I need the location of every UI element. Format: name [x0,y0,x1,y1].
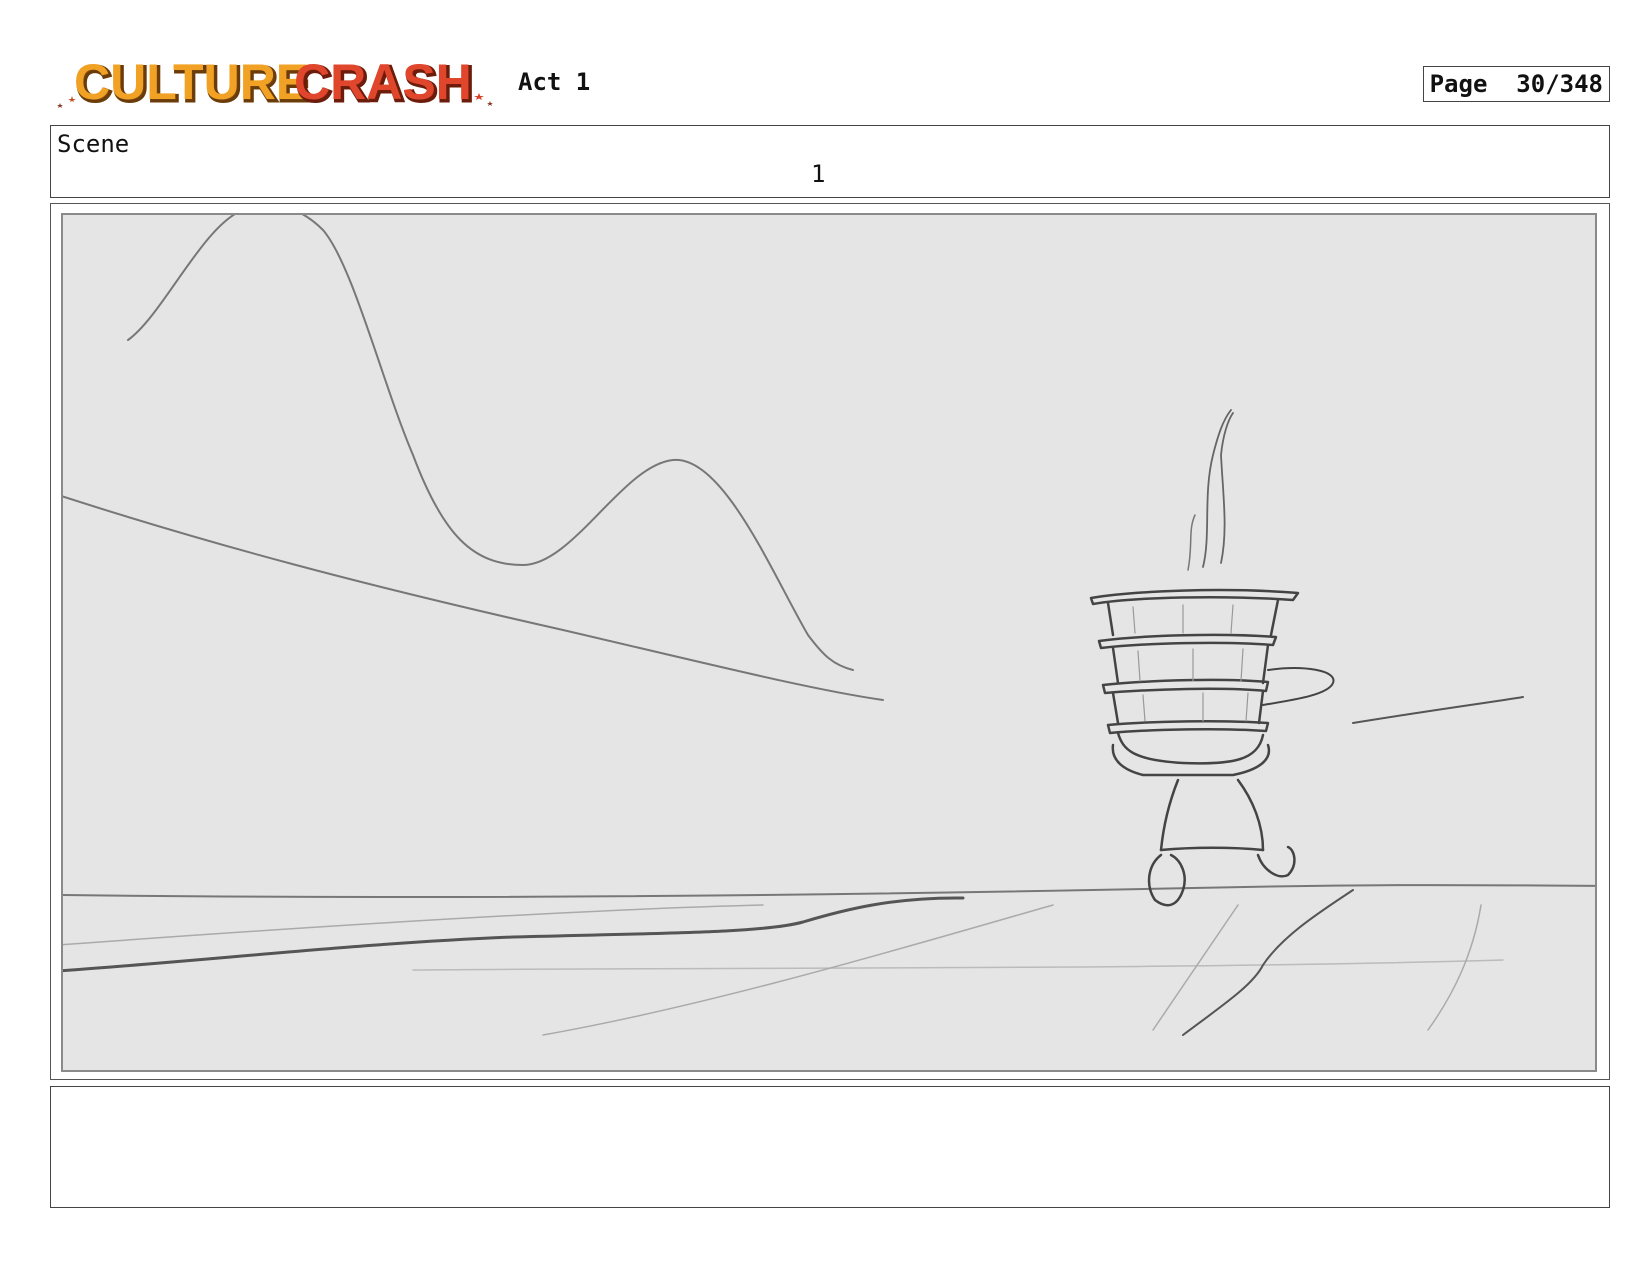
culture-crash-logo: CULTURE CULTURE CRASH CRASH [50,50,500,115]
storyboard-sketch-icon [63,215,1595,1036]
storyboard-panel [50,203,1610,1080]
svg-text:CRASH: CRASH [294,54,472,110]
svg-text:CULTURE: CULTURE [74,54,309,110]
act-label: Act 1 [518,68,591,96]
notes-box [50,1086,1610,1208]
panel-frame [61,213,1597,1072]
page-indicator: Page 30/348 [1422,66,1610,102]
page-header: CULTURE CULTURE CRASH CRASH Act 1 Page 3… [50,50,1610,115]
page-label: Page [1429,70,1488,98]
logo-icon: CULTURE CULTURE CRASH CRASH [57,54,493,114]
scene-box: Scene 1 [50,125,1610,198]
page-number: 30/348 [1516,70,1603,98]
scene-label: Scene [57,130,130,158]
scene-number: 1 [811,160,826,188]
